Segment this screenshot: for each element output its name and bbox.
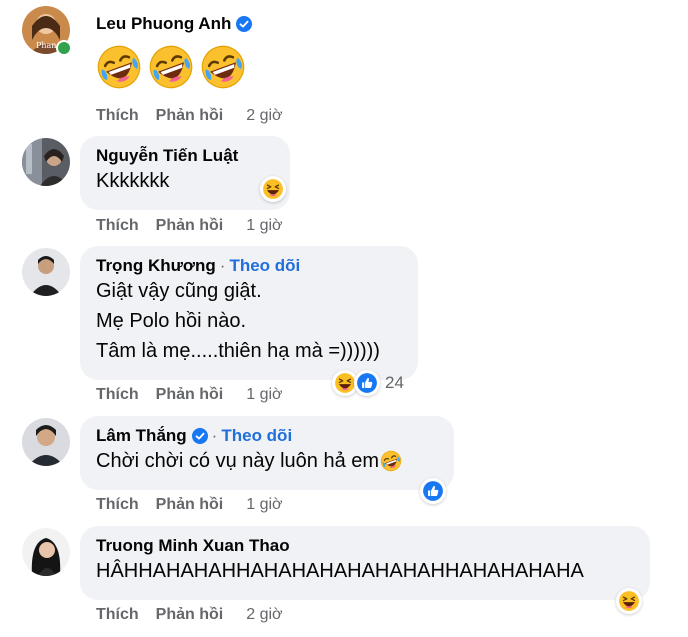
reply-button[interactable]: Phản hồi [156, 606, 224, 624]
reaction-count: 24 [385, 373, 404, 392]
comment-bubble: Nguyễn Tiến Luật Kkkkkkk [80, 136, 290, 210]
comment-timestamp[interactable]: 2 giờ [246, 107, 282, 125]
comment-actions: Thích Phản hồi 2 giờ [96, 606, 283, 624]
comment-emoji-content [96, 44, 246, 90]
comment-bubble: Trọng Khương · Theo dõi Giật vậy cũng gi… [80, 246, 418, 380]
comment-timestamp[interactable]: 1 giờ [246, 386, 282, 404]
like-icon [420, 478, 446, 504]
comment-text-line: Giật vậy cũng giật. [96, 280, 262, 302]
comment-timestamp[interactable]: 1 giờ [246, 217, 282, 235]
avatar[interactable] [22, 248, 70, 296]
online-status-indicator [56, 40, 72, 56]
like-button[interactable]: Thích [96, 107, 139, 125]
comment-timestamp[interactable]: 1 giờ [246, 496, 282, 514]
comment-text: Kkkkkkk [96, 170, 170, 192]
comment-author[interactable]: Trọng Khương [96, 256, 216, 276]
reply-button[interactable]: Phản hồi [156, 386, 224, 404]
rofl-emoji-icon [380, 450, 402, 472]
reaction-summary[interactable]: 24 [332, 370, 404, 396]
avatar[interactable] [22, 418, 70, 466]
comment-actions: Thích Phản hồi 1 giờ [96, 217, 283, 235]
comment-author[interactable]: Nguyễn Tiến Luật [96, 146, 238, 166]
reaction-summary[interactable] [420, 478, 446, 504]
comment-actions: Thích Phản hồi 1 giờ [96, 496, 283, 514]
haha-icon [260, 176, 286, 202]
reply-button[interactable]: Phản hồi [156, 496, 224, 514]
like-icon [354, 370, 380, 396]
comment-text-line: Mẹ Polo hồi nào. [96, 310, 247, 332]
comment-author[interactable]: Lâm Thắng [96, 426, 187, 446]
reply-button[interactable]: Phản hồi [156, 217, 224, 235]
comment-text: HÂHHAHAHAHHAHAHAHAHAHAHAHHAHAHAHAHA [96, 560, 584, 582]
like-button[interactable]: Thích [96, 217, 139, 235]
comment-author[interactable]: Leu Phuong Anh [96, 14, 231, 34]
follow-button[interactable]: Theo dõi [229, 256, 300, 276]
svg-text:Phan: Phan [36, 41, 56, 50]
reaction-summary[interactable] [616, 588, 642, 614]
rofl-emoji-icon [200, 44, 246, 90]
reaction-summary[interactable] [260, 176, 286, 202]
avatar[interactable] [22, 138, 70, 186]
verified-badge-icon [236, 16, 252, 32]
haha-icon [616, 588, 642, 614]
comment-bubble: Lâm Thắng · Theo dõi Chời chời có vụ này… [80, 416, 454, 490]
follow-button[interactable]: Theo dõi [221, 426, 292, 446]
comment-actions: Thích Phản hồi 1 giờ [96, 386, 283, 404]
comment-content: Leu Phuong Anh [96, 14, 252, 34]
avatar[interactable] [22, 528, 70, 576]
comment-bubble: Truong Minh Xuan Thao HÂHHAHAHAHHAHAHAHA… [80, 526, 650, 600]
rofl-emoji-icon [148, 44, 194, 90]
comment-actions: Thích Phản hồi 2 giờ [96, 107, 283, 125]
comment-text: Chời chời có vụ này luôn hả em [96, 450, 380, 472]
like-button[interactable]: Thích [96, 606, 139, 624]
comment-text-line: Tâm là mẹ.....thiên hạ mà =)))))) [96, 340, 380, 362]
like-button[interactable]: Thích [96, 496, 139, 514]
reply-button[interactable]: Phản hồi [156, 107, 224, 125]
verified-badge-icon [192, 428, 208, 444]
rofl-emoji-icon [96, 44, 142, 90]
comment-author[interactable]: Truong Minh Xuan Thao [96, 536, 290, 556]
like-button[interactable]: Thích [96, 386, 139, 404]
comment-timestamp[interactable]: 2 giờ [246, 606, 282, 624]
